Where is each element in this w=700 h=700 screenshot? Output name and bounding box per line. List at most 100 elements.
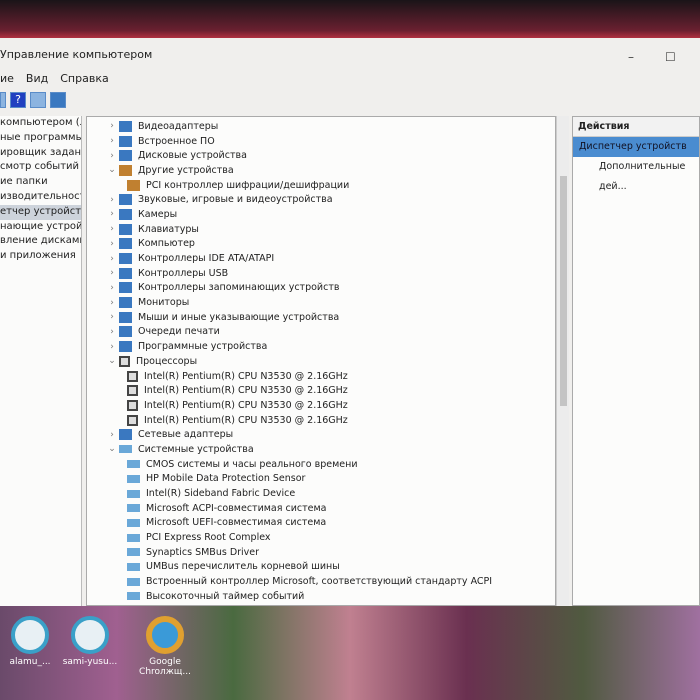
console-tree-item[interactable]: компьютером (л <box>0 116 81 131</box>
console-tree-item[interactable]: ие папки <box>0 175 81 190</box>
device-icon <box>119 297 132 309</box>
device-icon <box>119 238 132 250</box>
menu-help[interactable]: Справка <box>60 72 108 85</box>
desktop-shortcut[interactable]: Google Chroлжщ... <box>135 616 195 677</box>
tree-row[interactable]: Microsoft UEFI-совместимая система <box>87 516 555 531</box>
expand-chevron-icon[interactable]: › <box>105 298 119 308</box>
tree-row[interactable]: PCI контроллер шифрации/дешифрации <box>87 178 555 193</box>
tree-row[interactable]: ⌄ Процессоры <box>87 354 555 369</box>
tree-row[interactable]: Microsoft ACPI-совместимая система <box>87 501 555 516</box>
action-more[interactable]: Дополнительные дей... <box>573 157 699 192</box>
tree-row-label: Intel(R) Pentium(R) CPU N3530 @ 2.16GHz <box>144 370 348 382</box>
tree-row[interactable]: ⌄ Системные устройства <box>87 442 555 457</box>
expand-chevron-icon[interactable]: ⌄ <box>105 444 119 454</box>
actions-pane: Действия Диспетчер устройств Дополнитель… <box>572 116 700 606</box>
expand-chevron-icon[interactable]: › <box>105 121 119 131</box>
tree-row[interactable]: › Компьютер <box>87 237 555 252</box>
expand-chevron-icon[interactable]: › <box>105 224 119 234</box>
tree-row[interactable]: › Сетевые адаптеры <box>87 427 555 442</box>
tree-row-label: Intel(R) Sideband Fabric Device <box>146 488 296 500</box>
tree-row-label: Мыши и иные указывающие устройства <box>138 311 340 323</box>
tree-row[interactable]: Intel(R) Pentium(R) CPU N3530 @ 2.16GHz <box>87 398 555 413</box>
shortcut-icon <box>11 616 49 654</box>
expand-chevron-icon[interactable]: › <box>105 136 119 146</box>
toolbar-properties-icon[interactable] <box>0 92 6 108</box>
expand-chevron-icon[interactable]: › <box>105 239 119 249</box>
console-tree-item[interactable]: и приложения <box>0 249 81 264</box>
tree-row[interactable]: Intel(R) Pentium(R) CPU N3530 @ 2.16GHz <box>87 413 555 428</box>
tree-row[interactable]: › Камеры <box>87 207 555 222</box>
desktop-shortcut[interactable]: alamu_... <box>0 616 60 667</box>
tree-row[interactable]: › Программные устройства <box>87 339 555 354</box>
shortcut-label: sami-yusu... <box>62 657 118 667</box>
tree-row[interactable]: PCI Express Root Complex <box>87 530 555 545</box>
menu-action[interactable]: ие <box>0 72 14 85</box>
tree-row[interactable]: › Контроллеры запоминающих устройств <box>87 281 555 296</box>
tree-row[interactable]: › Контроллеры IDE ATA/ATAPI <box>87 251 555 266</box>
tree-row-label: Камеры <box>138 208 178 220</box>
tree-row[interactable]: › Очереди печати <box>87 325 555 340</box>
desktop-shortcut[interactable]: sami-yusu... <box>60 616 120 667</box>
tree-row[interactable]: UMBus перечислитель корневой шины <box>87 560 555 575</box>
maximize-button[interactable]: ☐ <box>665 50 676 64</box>
console-tree-item[interactable]: нающие устройст <box>0 220 81 235</box>
expand-chevron-icon[interactable]: › <box>105 254 119 264</box>
expand-chevron-icon[interactable]: › <box>105 342 119 352</box>
tree-row[interactable]: Intel(R) Pentium(R) CPU N3530 @ 2.16GHz <box>87 369 555 384</box>
tree-row[interactable]: Intel(R) Pentium(R) CPU N3530 @ 2.16GHz <box>87 383 555 398</box>
tree-row[interactable]: CMOS системы и часы реального времени <box>87 457 555 472</box>
tree-row-label: PCI контроллер шифрации/дешифрации <box>146 179 350 191</box>
help-icon[interactable]: ? <box>10 92 26 108</box>
tree-row[interactable]: ⌄ Другие устройства <box>87 163 555 178</box>
console-tree-item[interactable]: етчер устройств <box>0 204 81 220</box>
expand-chevron-icon[interactable]: › <box>105 209 119 219</box>
console-tree-item[interactable]: ные программы <box>0 131 81 146</box>
tree-row-label: Компьютер <box>138 238 195 250</box>
minimize-button[interactable]: – <box>628 50 634 64</box>
tree-row[interactable]: › Контроллеры USB <box>87 266 555 281</box>
expand-chevron-icon[interactable]: ⌄ <box>105 356 119 366</box>
device-icon <box>119 253 132 265</box>
tree-row[interactable]: › Звуковые, игровые и видеоустройства <box>87 192 555 207</box>
device-icon <box>127 533 140 542</box>
scrollbar-thumb[interactable] <box>560 176 567 406</box>
device-icon <box>127 489 140 498</box>
computer-icon[interactable] <box>50 92 66 108</box>
tree-row[interactable]: Intel(R) Sideband Fabric Device <box>87 486 555 501</box>
menu-view[interactable]: Вид <box>26 72 48 85</box>
expand-chevron-icon[interactable]: › <box>105 327 119 337</box>
expand-chevron-icon[interactable]: › <box>105 268 119 278</box>
device-icon <box>119 326 132 338</box>
expand-chevron-icon[interactable]: › <box>105 312 119 322</box>
tree-row[interactable]: › Встроенное ПО <box>87 134 555 149</box>
console-tree-item[interactable]: вление дисками <box>0 234 81 249</box>
tree-row[interactable]: › Дисковые устройства <box>87 148 555 163</box>
expand-chevron-icon[interactable]: › <box>105 151 119 161</box>
tree-row[interactable]: Synaptics SMBus Driver <box>87 545 555 560</box>
console-tree-item[interactable]: изводительность <box>0 190 81 205</box>
desktop-wallpaper: alamu_... sami-yusu... Google Chroлжщ... <box>0 606 700 700</box>
tree-row[interactable]: › Мониторы <box>87 295 555 310</box>
tree-row[interactable]: HP Mobile Data Protection Sensor <box>87 472 555 487</box>
tree-row-label: Высокоточный таймер событий <box>146 590 305 602</box>
expand-chevron-icon[interactable]: › <box>105 283 119 293</box>
console-tree-item[interactable]: ировщик заданий <box>0 146 81 161</box>
device-icon <box>119 164 132 176</box>
device-icon <box>119 445 132 454</box>
tree-row[interactable]: Высокоточный таймер событий <box>87 589 555 604</box>
tree-row[interactable]: › Клавиатуры <box>87 222 555 237</box>
vertical-scrollbar[interactable] <box>556 116 569 606</box>
shortcut-icon <box>71 616 109 654</box>
tree-row[interactable]: › Видеоадаптеры <box>87 119 555 134</box>
expand-chevron-icon[interactable]: › <box>105 195 119 205</box>
menu-bar: ие Вид Справка <box>0 72 109 85</box>
tree-row[interactable]: › Мыши и иные указывающие устройства <box>87 310 555 325</box>
console-tree-item[interactable]: смотр событий <box>0 160 81 175</box>
device-icon <box>127 504 140 513</box>
tree-row[interactable]: Встроенный контроллер Microsoft, соответ… <box>87 574 555 589</box>
expand-chevron-icon[interactable]: › <box>105 430 119 440</box>
window-title: Управление компьютером <box>0 48 153 61</box>
expand-chevron-icon[interactable]: ⌄ <box>105 165 119 175</box>
show-hide-pane-icon[interactable] <box>30 92 46 108</box>
action-device-manager[interactable]: Диспетчер устройств <box>573 137 699 157</box>
